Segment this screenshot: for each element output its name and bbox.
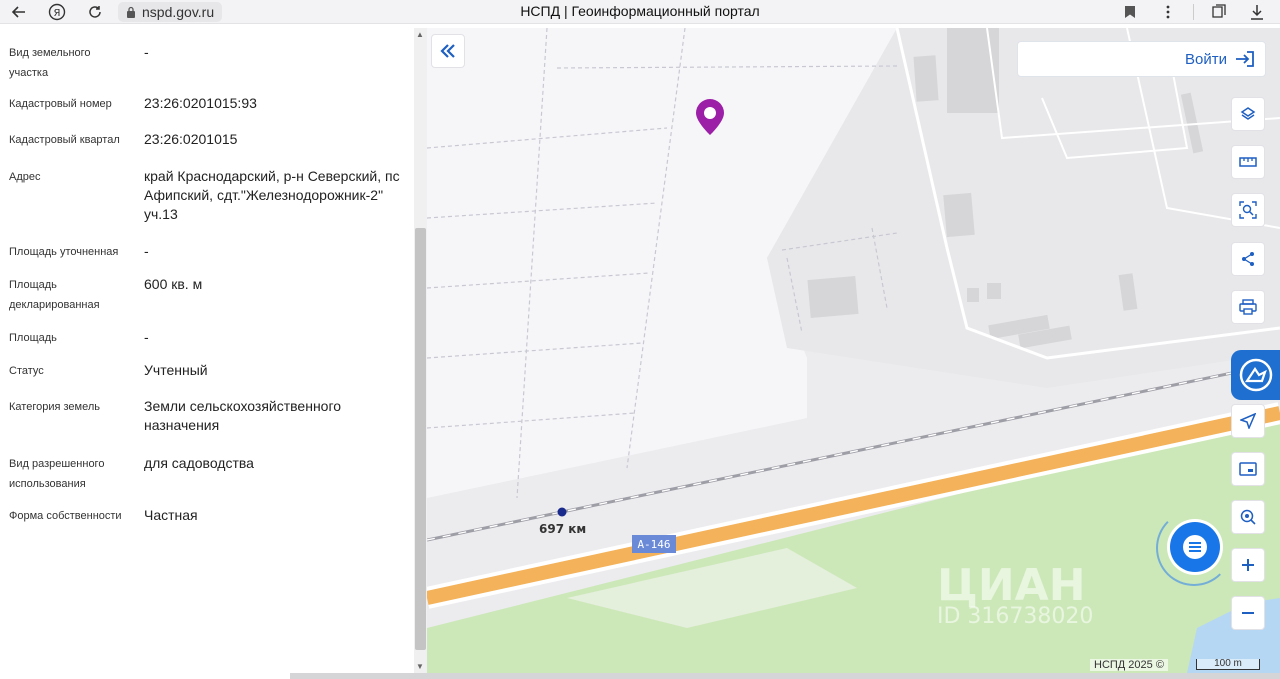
field-label: Адрес (9, 171, 41, 183)
field-value: край Краснодарский, р-н Северский, пс Аф… (144, 168, 400, 222)
geolocation-button[interactable] (1231, 404, 1265, 438)
field-value: Земли сельскохозяйственного назначения (144, 398, 342, 433)
nspd-logo-icon (1239, 358, 1272, 392)
road-label: А-146 (637, 538, 670, 551)
field-value: - (144, 329, 149, 345)
field-label: Площадь уточненная (9, 246, 119, 258)
ruler-button[interactable] (1231, 145, 1265, 179)
field-label: Вид разрешенного использования (9, 458, 105, 490)
map-copyright: НСПД 2025 © (1090, 659, 1168, 671)
double-chevron-left-icon (440, 44, 455, 58)
print-icon (1239, 299, 1257, 315)
chat-icon (1183, 535, 1207, 559)
zoom-out-icon (1242, 612, 1254, 614)
minimap-icon (1239, 462, 1257, 476)
collapse-panel-button[interactable] (431, 34, 465, 68)
map-canvas[interactable]: 697 км А-146 ЦИАН ID 316738020 (427, 28, 1280, 673)
field-label: Площадь (9, 332, 57, 344)
address-bar[interactable]: nspd.gov.ru (118, 1, 223, 22)
field-value: Учтенный (144, 362, 208, 378)
zoom-in-button[interactable] (1231, 548, 1265, 582)
ruler-icon (1239, 157, 1257, 167)
parcel-info-panel: Вид земельного участка - Кадастровый ном… (0, 28, 414, 679)
bookmark-icon[interactable] (1113, 0, 1147, 24)
field-label: Площадь декларированная (9, 279, 100, 311)
scroll-down-arrow-icon[interactable]: ▼ (416, 662, 424, 671)
field-label: Кадастровый номер (9, 98, 112, 110)
browser-toolbar: Я nspd.gov.ru НСПД | Геоинформационный п… (0, 0, 1280, 24)
horizontal-scrollbar[interactable] (290, 673, 1280, 679)
login-icon (1236, 51, 1254, 67)
collections-icon[interactable] (1202, 0, 1236, 24)
field-value: Частная (144, 507, 198, 523)
zoom-out-button[interactable] (1231, 596, 1265, 630)
zoom-in-icon (1242, 559, 1254, 571)
field-value: для садоводства (144, 455, 254, 471)
scroll-up-arrow-icon[interactable]: ▲ (416, 30, 424, 39)
field-label: Вид земельного участка (9, 47, 91, 79)
reload-button[interactable] (76, 0, 114, 24)
login-button[interactable]: Войти (1017, 41, 1266, 77)
back-button[interactable] (0, 0, 38, 24)
map-scale: 100 m (1196, 659, 1260, 670)
login-label: Войти (1185, 50, 1227, 68)
chat-button[interactable] (1170, 522, 1220, 572)
field-label: Форма собственности (9, 510, 122, 522)
lock-icon (127, 6, 135, 18)
share-icon (1242, 252, 1254, 266)
watermark-id: ID 316738020 (937, 604, 1093, 629)
layers-button[interactable] (1231, 97, 1265, 131)
map-graphics: 697 км А-146 ЦИАН ID 316738020 (427, 28, 1280, 673)
print-button[interactable] (1231, 290, 1265, 324)
field-label: Категория земель (9, 401, 100, 413)
field-value[interactable]: 23:26:0201015:93 (144, 94, 409, 113)
minimap-button[interactable] (1231, 452, 1265, 486)
yandex-icon[interactable]: Я (38, 0, 76, 24)
scroll-thumb[interactable] (415, 228, 426, 650)
field-value[interactable]: 23:26:0201015 (144, 130, 409, 149)
field-value: - (144, 243, 149, 259)
area-select-button[interactable] (1231, 193, 1265, 227)
field-label: Статус (9, 365, 44, 377)
menu-dots-icon[interactable] (1151, 0, 1185, 24)
layers-icon (1240, 107, 1256, 120)
field-value: - (144, 44, 149, 60)
km-label: 697 км (539, 522, 586, 536)
toolbar-divider (1193, 4, 1194, 20)
nspd-logo-tab[interactable] (1231, 350, 1280, 400)
geolocation-icon (1240, 413, 1256, 429)
field-value: 600 кв. м (144, 276, 203, 292)
area-select-icon (1239, 201, 1257, 219)
share-button[interactable] (1231, 242, 1265, 276)
search-location-icon (1240, 509, 1256, 525)
svg-text:Я: Я (54, 8, 61, 19)
panel-scrollbar[interactable]: ▲ ▼ (414, 28, 427, 673)
search-location-button[interactable] (1231, 500, 1265, 534)
download-icon[interactable] (1240, 0, 1274, 24)
url-text: nspd.gov.ru (142, 3, 215, 20)
field-label: Кадастровый квартал (9, 134, 120, 146)
